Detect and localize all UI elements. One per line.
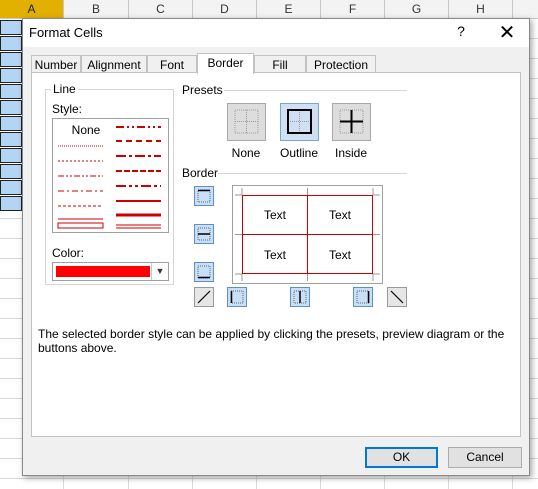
border-right-icon [356, 290, 370, 304]
border-inside-vertical-button[interactable] [290, 287, 310, 307]
border-inside-horizontal-icon [197, 227, 211, 241]
tab-fill[interactable]: Fill [254, 55, 306, 73]
presets-separator [224, 90, 407, 91]
border-left-icon [230, 290, 244, 304]
border-bottom-button[interactable] [194, 262, 214, 282]
title-bar: Format Cells ? ✕ [23, 19, 529, 47]
color-label: Color: [52, 246, 85, 260]
border-bottom-icon [197, 265, 211, 279]
diagonal-down-icon [390, 290, 404, 304]
preset-inside-button[interactable] [332, 103, 371, 141]
tab-alignment[interactable]: Alignment [81, 55, 147, 73]
border-top-icon [197, 189, 211, 203]
border-diagonal-up-button[interactable] [194, 287, 214, 307]
border-diagonal-down-button[interactable] [387, 287, 407, 307]
column-header-a[interactable]: A [0, 0, 64, 18]
border-separator [218, 173, 407, 174]
line-group: Line Style: None Color: ▼ [45, 82, 174, 285]
border-preview[interactable]: Text Text Text Text [232, 185, 383, 284]
cancel-button[interactable]: Cancel [448, 447, 522, 468]
column-header-d[interactable]: D [193, 0, 257, 18]
presets-label: Presets [182, 83, 223, 97]
preset-outline-button[interactable] [280, 103, 319, 141]
column-header-h[interactable]: H [449, 0, 513, 18]
preview-borders [235, 188, 380, 281]
preset-none-button[interactable] [227, 103, 266, 141]
column-header-b[interactable]: B [64, 0, 129, 18]
tab-font[interactable]: Font [147, 55, 197, 73]
line-style-list[interactable]: None [52, 118, 169, 233]
line-style-none[interactable]: None [61, 123, 111, 137]
preview-text-bottom-left: Text [263, 248, 286, 262]
dialog-title: Format Cells [29, 25, 103, 40]
line-group-label: Line [51, 82, 78, 96]
border-top-button[interactable] [194, 186, 214, 206]
preview-text-top-right: Text [328, 208, 351, 222]
hint-text: The selected border style can be applied… [38, 327, 505, 355]
ok-button[interactable]: OK [365, 447, 438, 468]
close-button[interactable]: ✕ [495, 20, 519, 45]
preset-none-label: None [231, 146, 261, 160]
preview-text-top-left: Text [263, 208, 286, 222]
chevron-down-icon[interactable]: ▼ [151, 263, 168, 280]
diagonal-up-icon [197, 290, 211, 304]
preset-inside-label: Inside [334, 146, 368, 160]
column-header-g[interactable]: G [385, 0, 449, 18]
tab-border[interactable]: Border [197, 53, 254, 74]
border-right-button[interactable] [353, 287, 373, 307]
preset-outline-label: Outline [279, 146, 319, 160]
column-header-f[interactable]: F [321, 0, 385, 18]
column-header-e[interactable]: E [257, 0, 321, 18]
border-label: Border [182, 166, 219, 180]
border-left-button[interactable] [227, 287, 247, 307]
preview-text-bottom-right: Text [328, 248, 351, 262]
tab-number[interactable]: Number [31, 55, 81, 73]
preset-inside-icon [339, 109, 364, 134]
border-inside-vertical-icon [293, 290, 307, 304]
preset-outline-icon [287, 109, 312, 134]
color-dropdown[interactable]: ▼ [52, 262, 169, 281]
tab-protection[interactable]: Protection [306, 55, 376, 73]
format-cells-dialog: Format Cells ? ✕ Number Alignment Font B… [22, 18, 530, 476]
help-button[interactable]: ? [453, 23, 469, 39]
column-header-c[interactable]: C [129, 0, 193, 18]
border-tab-panel: Line Style: None Color: ▼ Presets None O… [31, 72, 521, 437]
color-swatch [56, 266, 150, 277]
style-label: Style: [52, 102, 83, 116]
preset-none-icon [234, 109, 259, 134]
border-inside-horizontal-button[interactable] [194, 224, 214, 244]
column-headers: A B C D E F G H [0, 0, 538, 19]
